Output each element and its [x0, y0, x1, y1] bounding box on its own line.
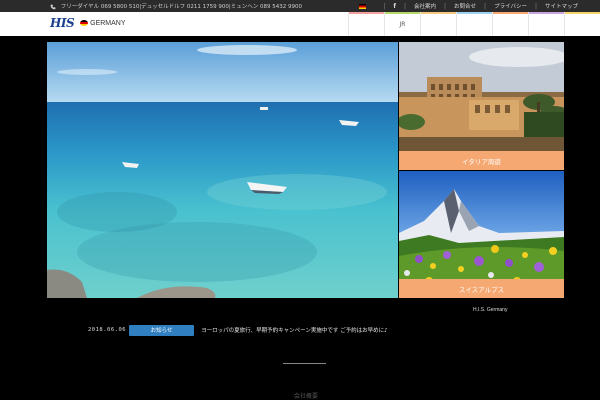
- contact-text: フリーダイヤル 069 5800 510|デュッセルドルフ 0211 1759 …: [60, 4, 303, 10]
- logo-text: HIS: [50, 16, 75, 30]
- logo-country: GERMANY: [90, 19, 126, 27]
- link-sitemap[interactable]: サイトマップ: [545, 2, 578, 10]
- nav-stripe: [421, 12, 456, 14]
- germany-flag-icon[interactable]: [359, 3, 367, 9]
- divider: [283, 363, 326, 364]
- separator: |: [484, 2, 487, 10]
- link-privacy[interactable]: プライバシー: [494, 2, 527, 10]
- nav-item-1[interactable]: [348, 12, 384, 36]
- separator: |: [403, 2, 406, 10]
- nav-item-7[interactable]: [564, 12, 600, 36]
- footer-heading: 会社概要: [294, 393, 319, 400]
- nav-stripe: [493, 12, 528, 14]
- sea-photo: [47, 42, 398, 298]
- news-row: 2018.06.06 お知らせ ヨーロッパの夏旅行、早期予約キャンペーン実施中で…: [88, 324, 388, 336]
- separator: |: [443, 2, 447, 10]
- separator: |: [383, 2, 386, 10]
- site-logo[interactable]: HIS GERMANY: [50, 16, 126, 30]
- card-swiss[interactable]: スイスアルプス: [399, 171, 564, 298]
- nav-stripe: [565, 12, 600, 14]
- link-contact[interactable]: お問合せ: [454, 2, 476, 10]
- site-header: HIS GERMANY JR: [0, 12, 600, 36]
- nav-stripe: [457, 12, 492, 14]
- news-date: 2018.06.06: [88, 327, 127, 333]
- hero-image-sea[interactable]: [47, 42, 398, 298]
- link-company[interactable]: 会社案内: [414, 2, 436, 10]
- nav-item-4[interactable]: [456, 12, 492, 36]
- nav-label: JR: [399, 20, 406, 28]
- top-bar: フリーダイヤル 069 5800 510|デュッセルドルフ 0211 1759 …: [0, 0, 600, 12]
- utility-links: | f | 会社案内 | お問合せ | プライバシー | サイトマップ: [359, 0, 600, 12]
- main-nav: JR: [348, 12, 600, 36]
- news-text[interactable]: ヨーロッパの夏旅行、早期予約キャンペーン実施中です ご予約はお早めに♪: [201, 326, 388, 334]
- contact-info: フリーダイヤル 069 5800 510|デュッセルドルフ 0211 1759 …: [50, 2, 302, 10]
- phone-icon: [50, 4, 56, 9]
- facebook-icon[interactable]: f: [393, 3, 396, 10]
- nav-stripe: [385, 12, 420, 14]
- nav-stripe: [529, 12, 564, 14]
- card-italy[interactable]: イタリア周遊: [399, 42, 564, 170]
- germany-flag-icon: [80, 20, 89, 26]
- separator: |: [534, 2, 537, 10]
- card-italy-label: イタリア周遊: [399, 151, 564, 170]
- card-swiss-label: スイスアルプス: [399, 279, 564, 298]
- news-button[interactable]: お知らせ: [129, 324, 195, 336]
- brand-text: H.I.S. Germany: [473, 307, 508, 313]
- nav-item-5[interactable]: [492, 12, 528, 36]
- nav-item-jr[interactable]: JR: [384, 12, 420, 36]
- nav-item-6[interactable]: [528, 12, 564, 36]
- nav-stripe: [349, 12, 384, 14]
- nav-item-3[interactable]: [420, 12, 456, 36]
